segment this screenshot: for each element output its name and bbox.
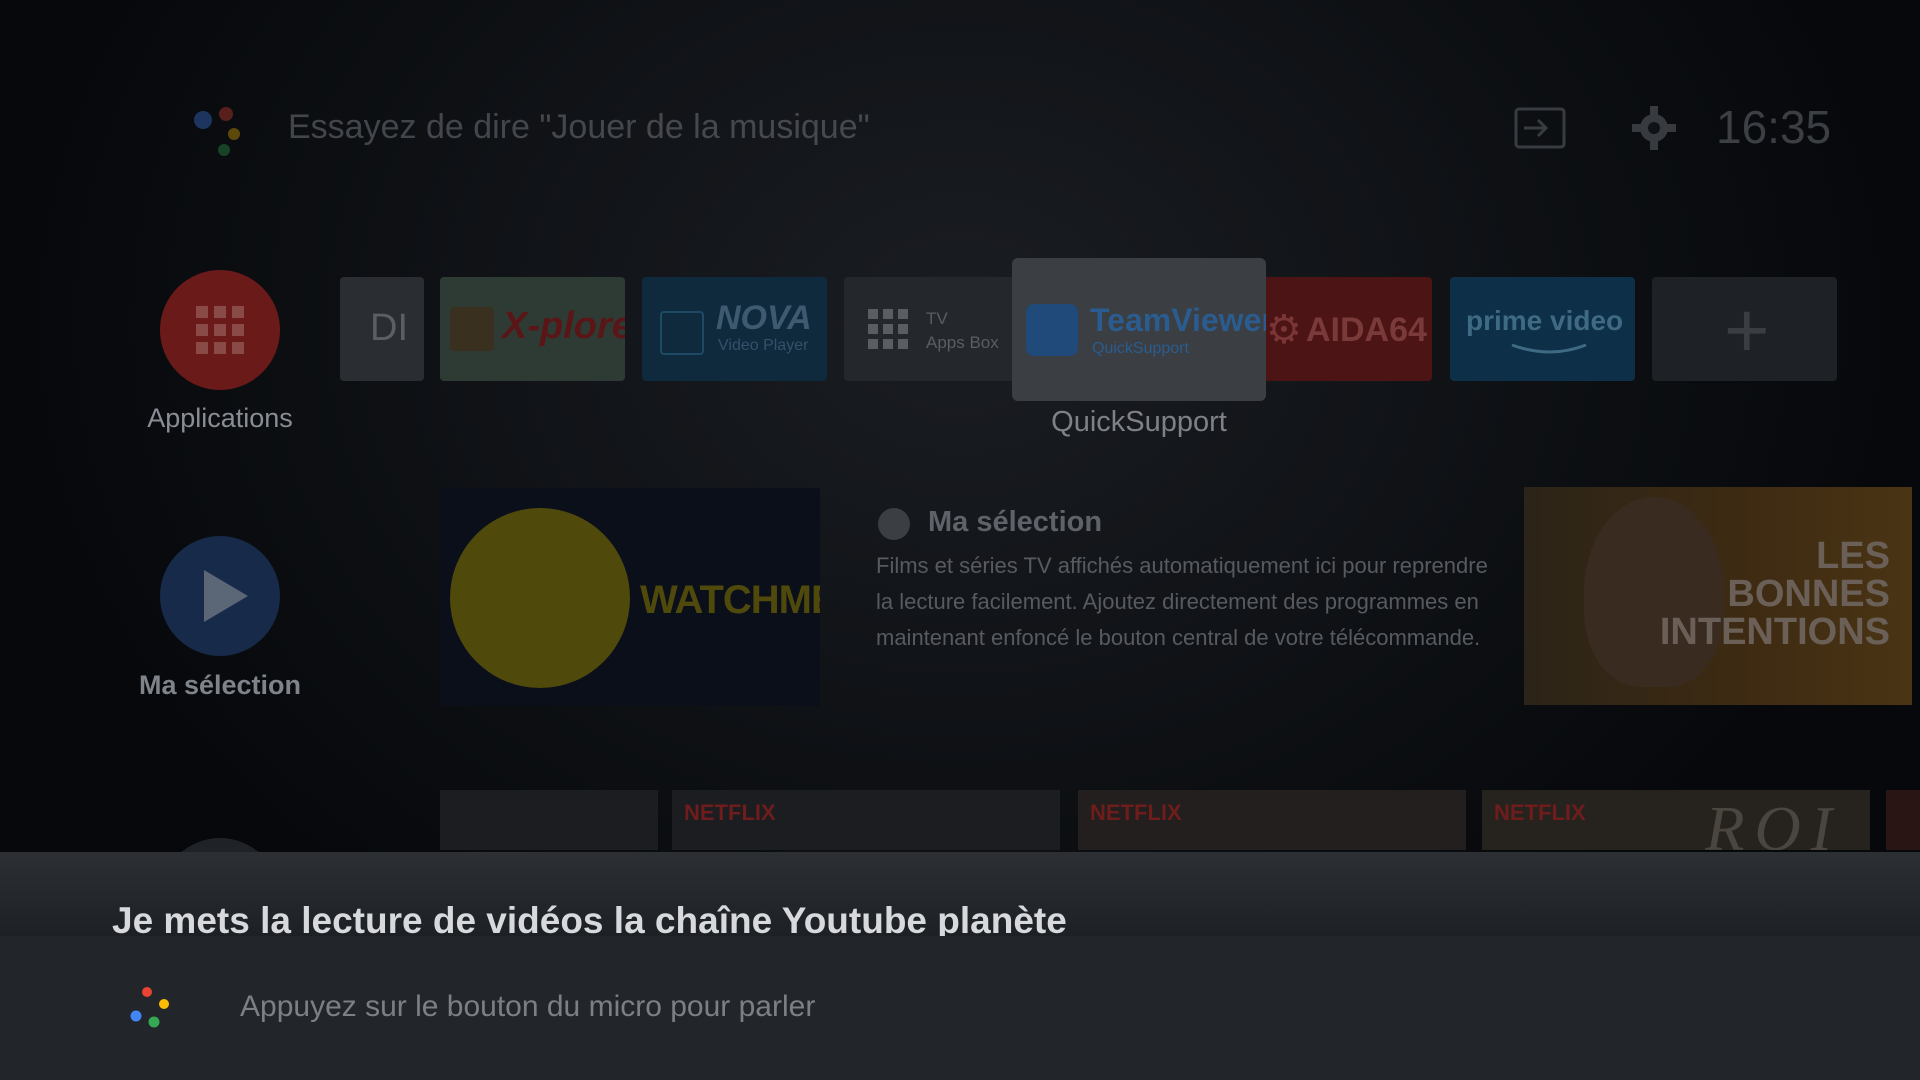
input-source-icon[interactable] [1514, 107, 1566, 149]
ma-selection-label: Ma sélection [138, 670, 302, 700]
app-tile-xplore[interactable]: X-plore [440, 277, 625, 381]
app-tile-aida64[interactable]: ⚙ AIDA64 [1262, 277, 1432, 381]
tv-apps-title: TV [926, 309, 948, 328]
applications-button[interactable] [160, 270, 280, 390]
google-assistant-icon[interactable] [188, 102, 248, 162]
search-hint[interactable]: Essayez de dire "Jouer de la musique" [288, 108, 870, 147]
mic-hint: Appuyez sur le bouton du micro pour parl… [240, 990, 816, 1023]
teamviewer-title: TeamViewer [1090, 302, 1266, 338]
app-tile-nova[interactable]: NOVA Video Player [642, 277, 827, 381]
selection-description: Films et séries TV affichés automatiquem… [876, 553, 1488, 650]
xplore-icon [450, 307, 494, 351]
movie-title-line2: BONNES [1727, 573, 1890, 615]
android-tv-home: Essayez de dire "Jouer de la musique" 16… [0, 0, 1920, 1080]
prime-smile-icon [1511, 343, 1587, 354]
netflix-tile[interactable] [440, 790, 658, 850]
movie-title: LES BONNES INTENTIONS [1660, 537, 1890, 651]
netflix-tile[interactable]: NETFLIX [1078, 790, 1466, 850]
app-tile-teamviewer-quicksupport[interactable]: TeamViewer QuickSupport [1012, 258, 1266, 401]
teamviewer-subtitle: QuickSupport [1092, 340, 1189, 357]
gear-icon[interactable] [1630, 104, 1678, 152]
roi-title: ROI [1705, 793, 1842, 850]
selection-heading: Ma sélection [928, 506, 1103, 538]
aida-gears-icon: ⚙ [1266, 308, 1302, 352]
google-assistant-icon[interactable] [128, 984, 174, 1030]
tv-apps-subtitle: Apps Box [926, 333, 999, 352]
movie-title-line3: INTENTIONS [1659, 611, 1890, 653]
app-tile-prime-video[interactable]: prime video [1450, 277, 1635, 381]
nova-title: NOVA [716, 299, 812, 337]
xplore-text: X-plore [502, 305, 625, 347]
netflix-logo: NETFLIX [1090, 800, 1182, 825]
ma-selection-button[interactable] [160, 536, 280, 656]
app-tile-partial[interactable]: DI [340, 277, 424, 381]
tv-apps-grid-icon [868, 309, 908, 349]
netflix-tile[interactable] [1886, 790, 1920, 850]
watchmen-clock-art [450, 508, 630, 688]
focused-app-label: QuickSupport [1051, 406, 1227, 438]
aida-text: AIDA64 [1306, 311, 1427, 349]
app-tile-tv-apps-box[interactable]: TV Apps Box [844, 277, 1014, 381]
watchmen-title: WATCHMEN [640, 578, 820, 622]
netflix-logo: NETFLIX [1494, 800, 1586, 825]
add-app-button[interactable]: + [1652, 277, 1837, 381]
play-circle-icon [878, 508, 910, 540]
apps-grid-icon [196, 306, 244, 354]
nova-play-icon [660, 311, 704, 355]
netflix-logo: NETFLIX [684, 800, 776, 825]
partial-tile-text: DI [370, 307, 408, 349]
add-icon: + [1724, 286, 1770, 374]
applications-label: Applications [147, 403, 293, 433]
movie-title-line1: LES [1816, 535, 1890, 577]
netflix-tile[interactable]: NETFLIX ROI [1482, 790, 1870, 850]
prime-text: prime video [1466, 305, 1624, 336]
watchmen-card[interactable]: WATCHMEN [440, 488, 820, 706]
les-bonnes-intentions-card[interactable]: LES BONNES INTENTIONS [1524, 487, 1912, 705]
nova-subtitle: Video Player [718, 337, 809, 354]
teamviewer-icon [1026, 304, 1078, 356]
netflix-tile[interactable]: NETFLIX [672, 790, 1060, 850]
play-icon [204, 570, 248, 622]
clock: 16:35 [1716, 101, 1832, 153]
